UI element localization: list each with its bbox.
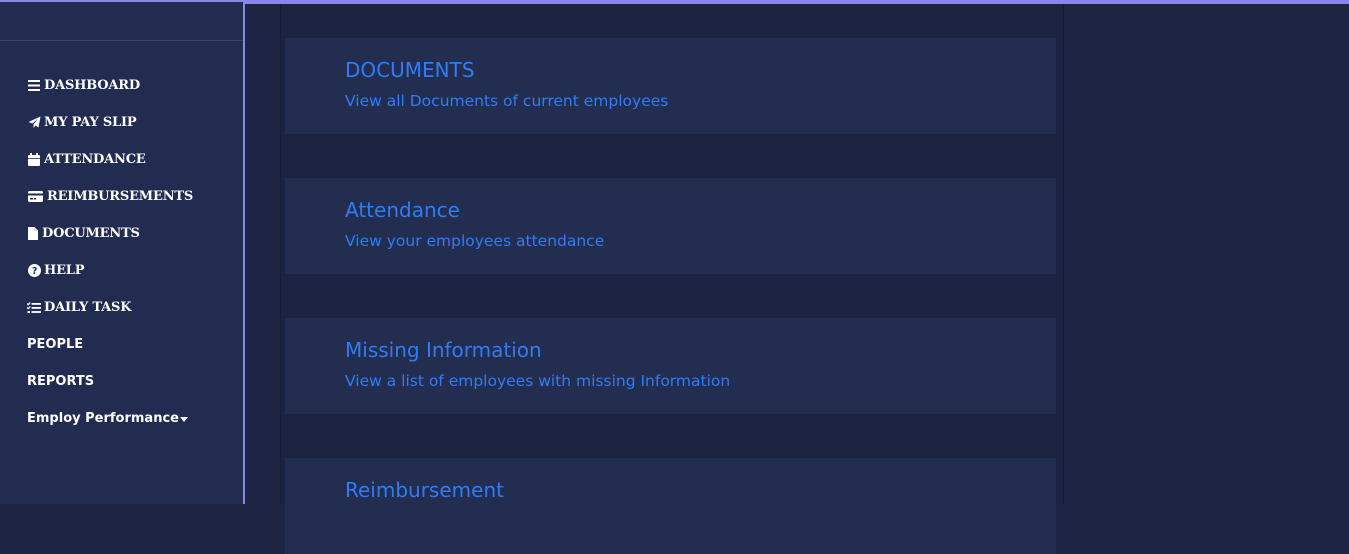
sidebar-item-label: MY PAY SLIP bbox=[44, 115, 137, 130]
card-description[interactable]: View your employees attendance bbox=[345, 232, 604, 250]
sidebar-brand-area bbox=[0, 2, 243, 41]
question-circle-icon: ? bbox=[27, 264, 41, 278]
card-reimbursement[interactable]: Reimbursement bbox=[285, 458, 1056, 554]
sidebar-item-employ-performance[interactable]: Employ Performance bbox=[27, 400, 243, 437]
card-title[interactable]: Reimbursement bbox=[345, 478, 504, 502]
sidebar-item-daily-task[interactable]: DAILY TASK bbox=[27, 289, 243, 326]
svg-text:?: ? bbox=[31, 266, 36, 277]
sidebar-item-help[interactable]: ? HELP bbox=[27, 252, 243, 289]
card-title[interactable]: Missing Information bbox=[345, 338, 542, 362]
sidebar-item-label: DASHBOARD bbox=[44, 78, 140, 93]
sidebar-item-label: DOCUMENTS bbox=[42, 226, 140, 241]
sidebar-item-label: DAILY TASK bbox=[44, 300, 132, 315]
task-list-icon bbox=[27, 301, 41, 315]
sidebar-item-label: REPORTS bbox=[27, 374, 95, 389]
sidebar-item-label: Employ Performance bbox=[27, 411, 179, 426]
card-title[interactable]: DOCUMENTS bbox=[345, 58, 475, 82]
sidebar-item-label: REIMBURSEMENTS bbox=[47, 189, 194, 204]
card-documents[interactable]: DOCUMENTS View all Documents of current … bbox=[285, 38, 1056, 134]
bars-icon bbox=[27, 79, 41, 93]
sidebar: DASHBOARD MY PAY SLIP ATTENDANCE REIMBUR… bbox=[0, 0, 245, 504]
sidebar-item-label: PEOPLE bbox=[27, 337, 84, 352]
sidebar-item-my-pay-slip[interactable]: MY PAY SLIP bbox=[27, 104, 243, 141]
sidebar-item-label: ATTENDANCE bbox=[44, 152, 146, 167]
card-description[interactable]: View all Documents of current employees bbox=[345, 92, 668, 110]
card-title[interactable]: Attendance bbox=[345, 198, 460, 222]
sidebar-item-reports[interactable]: REPORTS bbox=[27, 363, 243, 400]
sidebar-item-dashboard[interactable]: DASHBOARD bbox=[27, 67, 243, 104]
card-missing-information[interactable]: Missing Information View a list of emplo… bbox=[285, 318, 1056, 414]
paper-plane-icon bbox=[27, 116, 41, 130]
credit-card-icon bbox=[27, 190, 44, 204]
sidebar-item-documents[interactable]: DOCUMENTS bbox=[27, 215, 243, 252]
sidebar-nav: DASHBOARD MY PAY SLIP ATTENDANCE REIMBUR… bbox=[0, 41, 243, 437]
caret-down-icon bbox=[179, 417, 188, 422]
sidebar-item-people[interactable]: PEOPLE bbox=[27, 326, 243, 363]
sidebar-item-reimbursements[interactable]: REIMBURSEMENTS bbox=[27, 178, 243, 215]
file-icon bbox=[27, 227, 39, 241]
sidebar-item-attendance[interactable]: ATTENDANCE bbox=[27, 141, 243, 178]
sidebar-item-label: HELP bbox=[44, 263, 85, 278]
calendar-icon bbox=[27, 153, 41, 167]
card-description[interactable]: View a list of employees with missing In… bbox=[345, 372, 730, 390]
card-attendance[interactable]: Attendance View your employees attendanc… bbox=[285, 178, 1056, 274]
